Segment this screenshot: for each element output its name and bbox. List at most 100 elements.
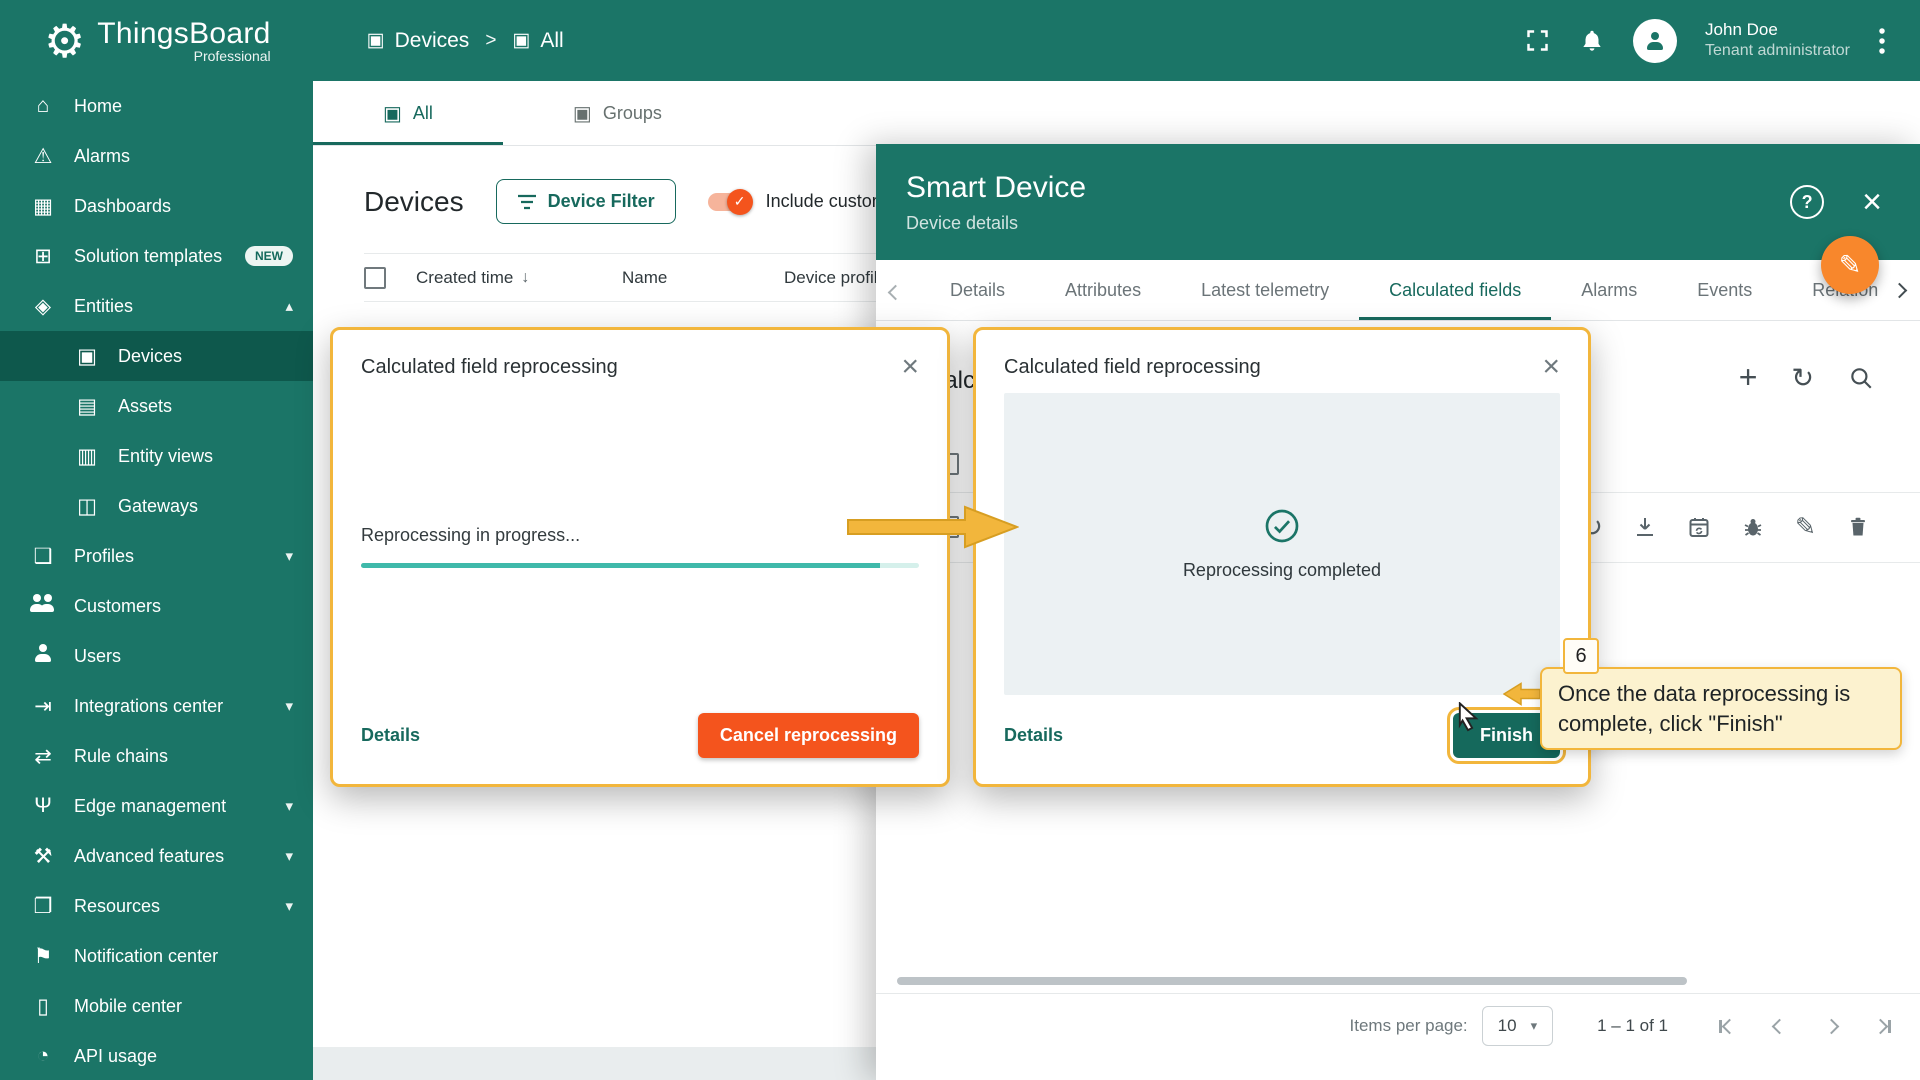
drawer-tabs: Details Attributes Latest telemetry Calc… <box>876 260 1920 321</box>
drawer-subtitle: Device details <box>906 213 1920 234</box>
dialog-title: Calculated field reprocessing <box>1004 356 1261 379</box>
fullscreen-icon[interactable] <box>1524 27 1551 54</box>
tab-all[interactable]: ▣ All <box>313 81 503 145</box>
mobile-center-icon: ▯ <box>30 994 56 1019</box>
first-page-icon[interactable] <box>1706 1005 1748 1047</box>
details-link[interactable]: Details <box>1004 725 1063 746</box>
user-role: Tenant administrator <box>1705 41 1850 62</box>
tutorial-step-badge: 6 <box>1563 638 1599 674</box>
all-group-icon: ▣ <box>512 29 530 52</box>
devices-toolbar: Devices Device Filter ✓ Include customer… <box>364 179 912 224</box>
sidebar-item-dashboards[interactable]: ▦ Dashboards <box>0 181 313 231</box>
sidebar-item-devices[interactable]: ▣ Devices <box>0 331 313 381</box>
drawer-title: Smart Device <box>906 171 1920 205</box>
sidebar-item-assets[interactable]: ▤ Assets <box>0 381 313 431</box>
horizontal-scrollbar[interactable] <box>897 977 1687 985</box>
select-all-checkbox[interactable] <box>364 267 386 289</box>
column-created-time[interactable]: Created time ↓ <box>416 268 622 288</box>
sidebar-item-users[interactable]: Users <box>0 631 313 681</box>
tab-groups[interactable]: ▣ Groups <box>503 81 732 145</box>
check-icon: ✓ <box>734 193 746 210</box>
table-toolbar: + ↻ <box>1739 365 1874 391</box>
sidebar-item-label: Advanced features <box>74 846 267 867</box>
sidebar-item-label: Profiles <box>74 546 267 567</box>
prev-page-icon[interactable] <box>1758 1005 1800 1047</box>
help-icon[interactable]: ? <box>1790 185 1824 219</box>
sidebar-item-gateways[interactable]: ◫ Gateways <box>0 481 313 531</box>
tab-details[interactable]: Details <box>920 260 1035 320</box>
cancel-reprocessing-button[interactable]: Cancel reprocessing <box>698 713 919 758</box>
sidebar-item-notification-center[interactable]: ⚑ Notification center <box>0 931 313 981</box>
device-filter-button[interactable]: Device Filter <box>496 179 676 224</box>
breadcrumb-all[interactable]: ▣ All <box>512 29 563 53</box>
include-customers-toggle[interactable]: ✓ <box>708 193 750 211</box>
tab-latest-telemetry[interactable]: Latest telemetry <box>1171 260 1359 320</box>
more-vert-icon[interactable] <box>1878 26 1886 56</box>
last-page-icon[interactable] <box>1862 1005 1904 1047</box>
details-link[interactable]: Details <box>361 725 420 746</box>
tab-events[interactable]: Events <box>1667 260 1782 320</box>
chevron-down-icon: ▾ <box>285 847 293 865</box>
entity-views-icon: ▥ <box>74 444 100 469</box>
mouse-cursor-icon <box>1455 702 1481 737</box>
sidebar-item-label: Integrations center <box>74 696 267 717</box>
column-name[interactable]: Name <box>622 268 784 288</box>
user-avatar[interactable] <box>1633 19 1677 63</box>
add-icon[interactable]: + <box>1739 365 1758 391</box>
sidebar-item-label: Devices <box>118 346 293 367</box>
sidebar-item-edge-management[interactable]: Ψ Edge management ▾ <box>0 781 313 831</box>
tutorial-tooltip: Once the data reprocessing is complete, … <box>1540 667 1902 750</box>
alarm-icon: ⚠ <box>30 144 56 169</box>
completed-status-text: Reprocessing completed <box>1183 560 1381 581</box>
delete-trash-icon[interactable] <box>1846 515 1870 539</box>
user-info: John Doe Tenant administrator <box>1705 19 1850 62</box>
progress-bar-fill <box>361 563 880 568</box>
devices-icon: ▣ <box>74 344 100 369</box>
chevron-down-icon: ▾ <box>285 797 293 815</box>
tab-alarms[interactable]: Alarms <box>1551 260 1667 320</box>
search-icon[interactable] <box>1848 365 1874 391</box>
advanced-features-icon: ⚒ <box>30 844 56 869</box>
notifications-bell-icon[interactable] <box>1579 28 1605 54</box>
sidebar-item-alarms[interactable]: ⚠ Alarms <box>0 131 313 181</box>
sidebar-item-integrations-center[interactable]: ⇥ Integrations center ▾ <box>0 681 313 731</box>
breadcrumb-devices[interactable]: ▣ Devices <box>367 29 470 53</box>
users-icon <box>30 643 56 669</box>
row-actions: ↻ ✎ <box>1580 512 1920 542</box>
sidebar-item-rule-chains[interactable]: ⇄ Rule chains <box>0 731 313 781</box>
sidebar-item-mobile-center[interactable]: ▯ Mobile center <box>0 981 313 1031</box>
sidebar-item-profiles[interactable]: ❑ Profiles ▾ <box>0 531 313 581</box>
breadcrumb-separator-icon: > <box>485 30 496 52</box>
edit-pencil-icon[interactable]: ✎ <box>1795 512 1816 542</box>
debug-bug-icon[interactable] <box>1741 515 1765 539</box>
close-icon[interactable]: × <box>1862 185 1882 219</box>
sidebar-item-customers[interactable]: Customers <box>0 581 313 631</box>
tab-calculated-fields[interactable]: Calculated fields <box>1359 260 1551 320</box>
sidebar-item-label: Rule chains <box>74 746 293 767</box>
tab-scroll-right-icon[interactable] <box>1878 260 1920 320</box>
logo-gear-icon: ⚙ <box>44 18 85 64</box>
check-circle-icon <box>1264 508 1300 544</box>
profiles-icon: ❑ <box>30 544 56 569</box>
sidebar-item-advanced-features[interactable]: ⚒ Advanced features ▾ <box>0 831 313 881</box>
refresh-icon[interactable]: ↻ <box>1791 366 1814 390</box>
tab-scroll-left-icon[interactable] <box>890 285 901 303</box>
completed-panel: Reprocessing completed <box>1004 393 1560 695</box>
sidebar-item-entities[interactable]: ◈ Entities ▴ <box>0 281 313 331</box>
download-icon[interactable] <box>1633 515 1657 539</box>
calendar-sync-icon[interactable] <box>1687 515 1711 539</box>
sidebar-item-label: Gateways <box>118 496 293 517</box>
edit-fab-button[interactable]: ✎ <box>1821 236 1879 294</box>
sidebar-item-entity-views[interactable]: ▥ Entity views <box>0 431 313 481</box>
tab-attributes[interactable]: Attributes <box>1035 260 1171 320</box>
app-logo[interactable]: ⚙ ThingsBoard Professional <box>0 17 271 64</box>
close-icon[interactable]: × <box>901 356 919 379</box>
next-page-icon[interactable] <box>1810 1005 1852 1047</box>
items-per-page-select[interactable]: 10 ▾ <box>1482 1006 1553 1046</box>
sidebar-item-resources[interactable]: ❐ Resources ▾ <box>0 881 313 931</box>
close-icon[interactable]: × <box>1542 356 1560 379</box>
sidebar-item-home[interactable]: ⌂ Home <box>0 81 313 131</box>
sort-desc-icon: ↓ <box>521 269 529 287</box>
sidebar-item-solution-templates[interactable]: ⊞ Solution templates NEW <box>0 231 313 281</box>
sidebar-item-api-usage[interactable]: ◔ API usage <box>0 1031 313 1080</box>
